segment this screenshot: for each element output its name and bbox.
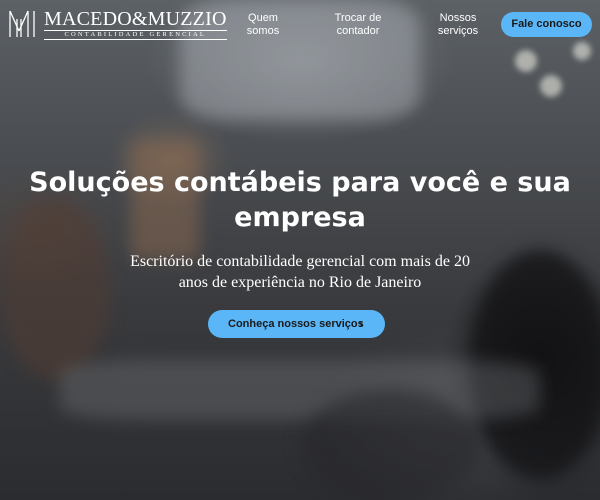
nav-item-label: somos [246,25,280,37]
background-light-blur [540,75,562,97]
background-desk-blur [60,360,540,420]
logo-wordmark: MACEDO&MUZZIO CONTABILIDADE GERENCIAL [44,9,227,40]
nav-item-quem-somos[interactable]: Quem somos [240,12,286,38]
nav-item-nossos-servicos[interactable]: Nossos serviços [430,12,486,38]
hero-background: MACEDO&MUZZIO CONTABILIDADE GERENCIAL Qu… [0,0,600,500]
services-button-label: Conheça nossos serviços [228,318,364,330]
hero-title: Soluções contábeis para você e sua empre… [0,165,600,235]
services-button[interactable]: Conheça nossos serviços › [208,310,385,338]
background-light-blur [515,50,537,72]
contact-button[interactable]: Fale conosco [501,12,592,37]
nav-item-label: Trocar de [334,12,382,24]
nav-item-label: Nossos [439,12,477,24]
hero-subtitle: Escritório de contabilidade gerencial co… [0,251,600,293]
mm-monogram-icon [9,10,35,37]
nav-item-label: contador [336,25,380,37]
hero-subtitle-line: anos de experiência no Rio de Janeiro [178,274,422,291]
nav-item-trocar-de-contador[interactable]: Trocar de contador [328,12,388,38]
logo-name: MACEDO&MUZZIO [44,8,227,30]
logo[interactable]: MACEDO&MUZZIO CONTABILIDADE GERENCIAL [8,9,227,40]
background-chair-blur [300,390,480,500]
nav-item-label: Quem [248,12,278,24]
chevron-right-icon: › [359,317,363,331]
top-nav: MACEDO&MUZZIO CONTABILIDADE GERENCIAL Qu… [0,0,600,46]
hero-title-line: empresa [234,202,366,233]
hero-subtitle-line: Escritório de contabilidade gerencial co… [130,253,470,270]
hero-title-line: Soluções contábeis para você e sua [29,167,571,198]
logo-tagline: CONTABILIDADE GERENCIAL [44,30,227,40]
nav-item-label: serviços [437,25,479,37]
